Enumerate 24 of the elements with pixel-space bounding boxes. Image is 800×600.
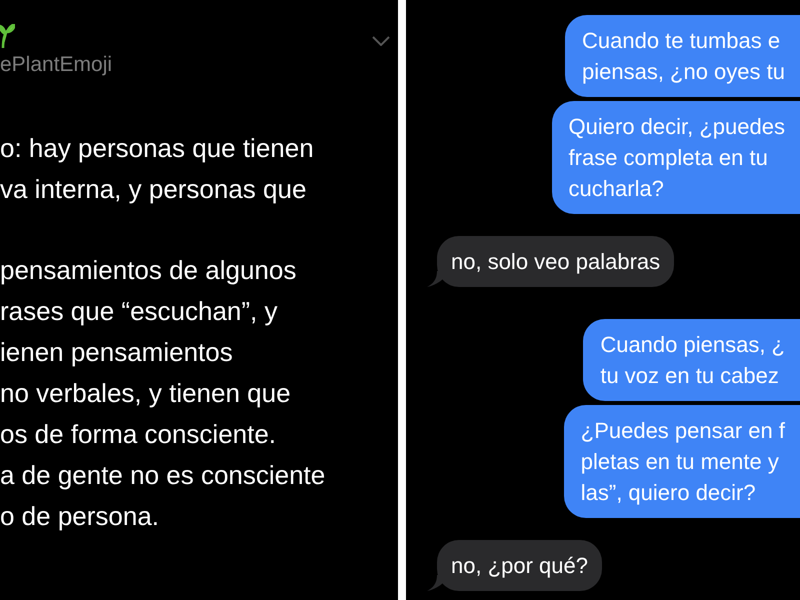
tweet-text: no verbales, y tienen que xyxy=(0,377,292,410)
message-text: las”, quiero decir? xyxy=(580,479,757,507)
message-text: Quiero decir, ¿puedes xyxy=(568,113,785,141)
tweet-text: ienen pensamientos xyxy=(0,336,234,369)
tweet-text: o de persona. xyxy=(0,500,160,533)
message-text: frase completa en tu xyxy=(568,144,769,172)
message-text: Cuando te tumbas e xyxy=(582,27,782,55)
tweet-text: va interna, y personas que xyxy=(0,173,308,206)
tweet-text: os de forma consciente. xyxy=(0,418,278,451)
message-text: piensas, ¿no oyes tu xyxy=(582,58,785,86)
message-text: cucharla? xyxy=(568,175,665,203)
tweet-text: rases que “escuchan”, y xyxy=(0,295,278,328)
message-text: tu voz en tu cabez xyxy=(600,362,780,390)
user-handle: ePlantEmoji xyxy=(0,52,114,78)
message-text: no, solo veo palabras xyxy=(451,248,660,276)
tweet-text: pensamientos de algunos xyxy=(0,254,298,287)
tweet-text: o: hay personas que tienen xyxy=(0,132,315,165)
tweet-text: a de gente no es consciente xyxy=(0,459,326,492)
message-text: ¿Puedes pensar en f xyxy=(580,417,785,445)
message-text: no, ¿por qué? xyxy=(451,552,588,580)
chevron-down-icon[interactable] xyxy=(372,36,390,46)
message-text: pletas en tu mente y xyxy=(580,448,780,476)
sprout-icon xyxy=(0,24,15,48)
message-text: Cuando piensas, ¿ xyxy=(600,331,785,359)
